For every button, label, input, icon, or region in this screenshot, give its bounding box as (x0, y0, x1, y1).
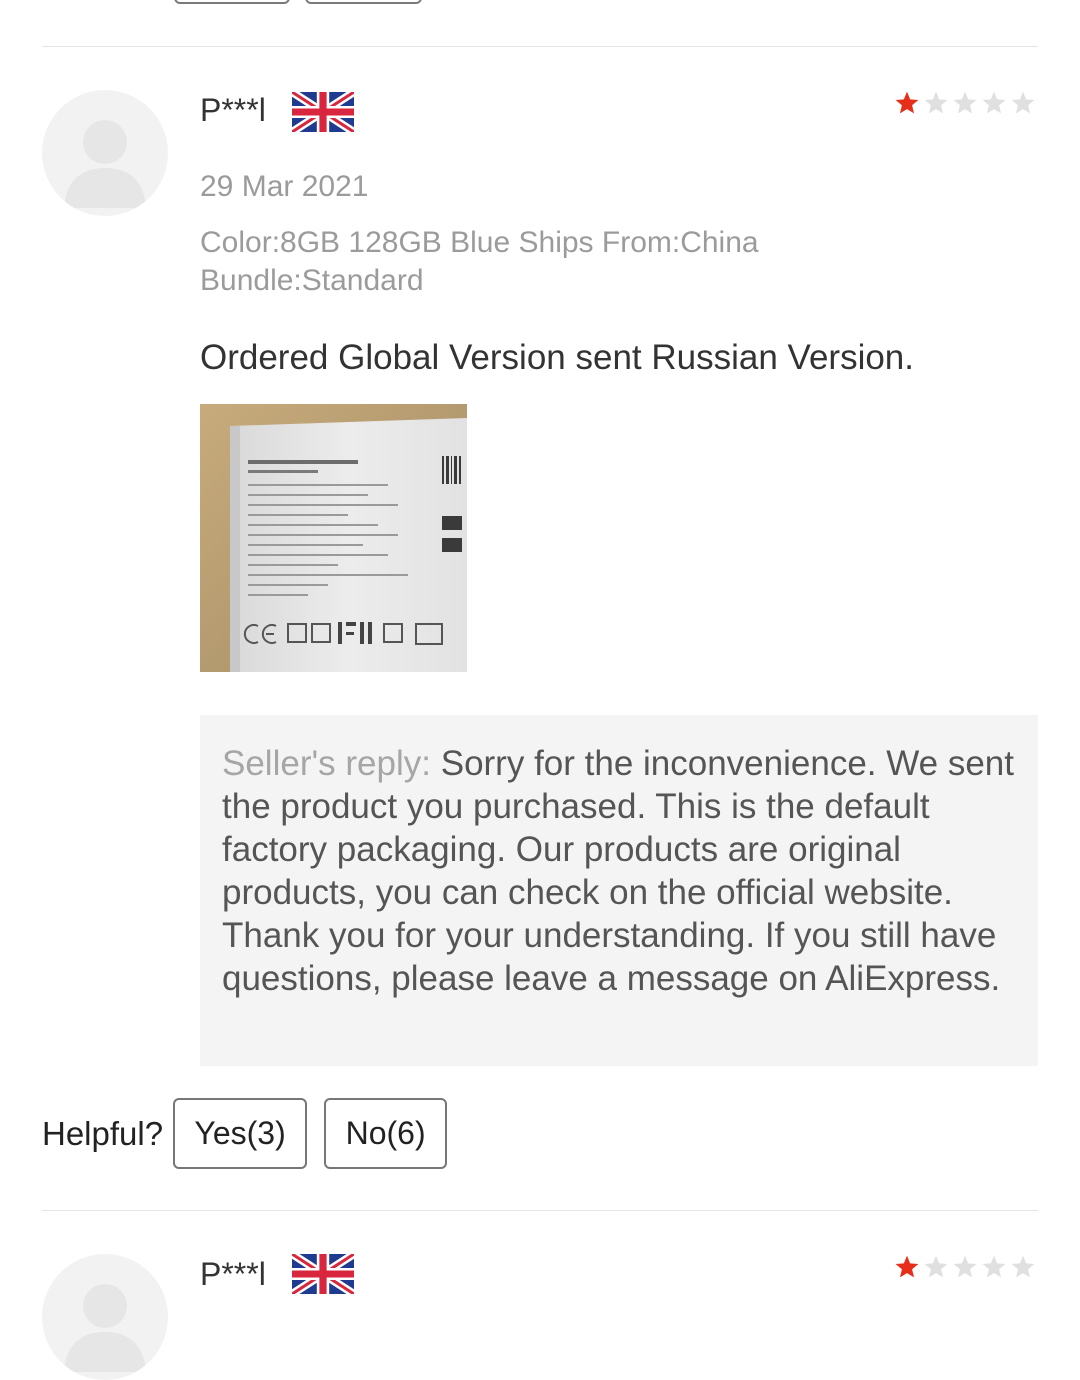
review-photo[interactable] (200, 404, 467, 672)
seller-reply-label: Seller's reply: (222, 744, 431, 783)
star-empty-icon (953, 91, 977, 114)
star-empty-icon (982, 91, 1006, 114)
star-filled-icon (895, 91, 919, 114)
star-empty-icon (1011, 1255, 1035, 1278)
review-divider (42, 46, 1038, 47)
previous-no-button[interactable] (305, 0, 422, 4)
star-filled-icon (895, 1255, 919, 1278)
helpful-yes-button[interactable]: Yes(3) (173, 1098, 308, 1169)
previous-yes-button[interactable] (174, 0, 290, 4)
avatar (42, 1254, 168, 1380)
helpful-no-button[interactable]: No(6) (324, 1098, 448, 1169)
star-empty-icon (924, 91, 948, 114)
star-empty-icon (924, 1255, 948, 1278)
helpful-label: Helpful? (42, 1114, 164, 1152)
review-date: 29 Mar 2021 (200, 170, 369, 203)
star-empty-icon (982, 1255, 1006, 1278)
star-empty-icon (1011, 91, 1035, 114)
uk-flag-icon (292, 1254, 354, 1294)
star-empty-icon (953, 1255, 977, 1278)
review-text: Ordered Global Version sent Russian Vers… (200, 338, 914, 377)
review-divider (42, 1210, 1038, 1211)
reviewer-name: P***l (200, 1256, 266, 1292)
sku-info: Color:8GB 128GB Blue Ships From:China Bu… (200, 224, 1020, 300)
seller-reply: Seller's reply: Sorry for the inconvenie… (200, 715, 1038, 1066)
avatar (42, 90, 168, 216)
rating-stars (892, 90, 1037, 116)
reviewer-name: P***l (200, 92, 266, 128)
uk-flag-icon (292, 92, 354, 132)
sku-line: Color:8GB 128GB Blue Ships From:China (200, 226, 759, 259)
helpful-row: Helpful? Yes(3) No(6) (42, 1098, 464, 1169)
sku-line: Bundle:Standard (200, 264, 424, 297)
rating-stars (892, 1254, 1037, 1280)
